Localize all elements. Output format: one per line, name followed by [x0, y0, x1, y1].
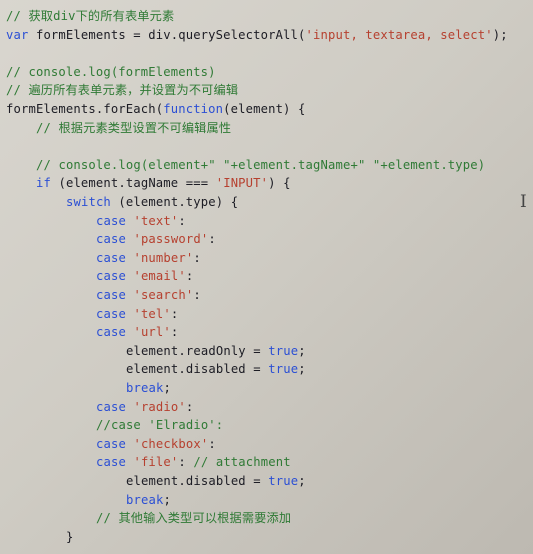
code-token-keyword: case [96, 455, 126, 470]
code-line: case 'file': // attachment [96, 453, 291, 471]
code-line: case 'password': [96, 230, 216, 248]
code-line: case 'search': [96, 286, 201, 304]
code-token-keyword: function [163, 102, 224, 116]
code-token-comment: // 遍历所有表单元素，并设置为不可编辑 [6, 83, 239, 98]
code-line: break; [126, 379, 171, 397]
code-line: // 其他输入类型可以根据需要添加 [96, 509, 291, 527]
code-token-string: 'email' [133, 269, 186, 284]
code-token-ident: : [170, 325, 179, 340]
code-token-ident: formElements = div.querySelectorAll( [28, 27, 306, 42]
code-token-string: 'radio' [133, 399, 186, 414]
code-token-string: 'checkbox' [133, 436, 209, 451]
code-line: case 'url': [96, 323, 178, 341]
code-token-keyword: case [96, 269, 126, 284]
code-line: // 遍历所有表单元素，并设置为不可编辑 [6, 81, 238, 99]
code-token-ident: ; [163, 492, 171, 507]
code-line: case 'tel': [96, 305, 178, 323]
code-line: // 根据元素类型设置不可编辑属性 [36, 119, 231, 137]
code-token-keyword: case [96, 288, 126, 302]
code-token-ident: : [185, 399, 194, 414]
code-line: break; [126, 491, 171, 509]
code-token-ident: ; [298, 343, 306, 358]
code-token-keyword: switch [66, 195, 111, 209]
code-line: element.disabled = true; [126, 360, 306, 378]
code-token-string: 'file' [133, 455, 179, 470]
code-token-keyword: case [96, 306, 126, 321]
code-token-ident: ) { [268, 176, 291, 191]
code-token-ident: : [193, 288, 201, 302]
code-token-string: 'INPUT' [215, 176, 269, 191]
code-token-keyword: var [6, 27, 29, 42]
code-editor[interactable]: // 获取div下的所有表单元素 var formElements = div.q… [0, 0, 533, 554]
code-token-keyword: case [96, 250, 126, 265]
code-line: case 'email': [96, 267, 193, 285]
code-token-keyword: case [96, 232, 126, 247]
code-token-comment: // attachment [193, 455, 291, 470]
code-line: switch (element.type) { [66, 193, 238, 211]
code-token-ident: element.readOnly = [126, 343, 269, 358]
code-token-ident: : [178, 213, 186, 228]
code-token-string: 'number' [133, 250, 194, 265]
code-token-ident: : [208, 232, 216, 247]
code-token-keyword: case [96, 325, 126, 340]
code-token-keyword: true [268, 362, 299, 377]
code-line: } [66, 528, 74, 546]
code-token-comment: // 获取div下的所有表单元素 [6, 9, 175, 23]
code-line: // console.log(element+" "+element.tagNa… [36, 156, 485, 174]
code-token-ident: formElements.forEach( [6, 102, 164, 116]
code-token-string: 'password' [133, 232, 209, 247]
code-token-string: 'search' [133, 288, 194, 302]
code-line: formElements.forEach(function(element) { [6, 100, 306, 118]
code-token-keyword: if [36, 176, 51, 191]
code-token-keyword: break [126, 492, 164, 507]
text-cursor-icon: I [520, 192, 527, 212]
code-line: element.readOnly = true; [126, 342, 306, 360]
code-line: case 'number': [96, 249, 201, 267]
code-token-string: 'input, textarea, select' [305, 27, 493, 42]
code-line: case 'text': [96, 212, 186, 230]
code-token-ident: : [170, 306, 179, 321]
code-token-ident: element.disabled = [126, 474, 269, 488]
code-line: case 'radio': [96, 398, 193, 416]
code-token-comment: // console.log(formElements) [6, 64, 216, 79]
code-token-keyword: case [96, 213, 126, 228]
code-token-ident: ; [298, 362, 306, 377]
code-token-ident: (element.type) { [110, 195, 239, 209]
code-token-keyword: true [268, 474, 299, 488]
code-token-comment: // 根据元素类型设置不可编辑属性 [36, 120, 232, 135]
code-token-ident: } [66, 529, 74, 544]
code-token-string: 'url' [133, 325, 171, 340]
code-line: //case 'Elradio': [96, 416, 223, 434]
code-token-comment: // 其他输入类型可以根据需要添加 [96, 511, 292, 526]
code-line: // console.log(formElements) [6, 63, 216, 81]
code-line: // 获取div下的所有表单元素 [6, 7, 174, 25]
code-line: case 'checkbox': [96, 435, 216, 453]
code-token-ident: ; [163, 381, 171, 395]
code-token-keyword: case [96, 436, 126, 451]
code-line: var formElements = div.querySelectorAll(… [6, 26, 508, 44]
code-token-ident: : [185, 269, 194, 284]
code-token-keyword: case [96, 399, 126, 414]
code-token-ident: element.disabled = [126, 362, 269, 377]
code-token-ident: : [193, 250, 201, 265]
code-token-comment: // console.log(element+" "+element.tagNa… [36, 157, 486, 172]
code-token-ident: (element) { [223, 102, 306, 116]
code-token-comment: //case 'Elradio': [96, 418, 224, 433]
code-token-string: 'text' [133, 213, 179, 228]
code-line: element.disabled = true; [126, 472, 306, 490]
code-token-keyword: break [126, 381, 164, 395]
code-line: if (element.tagName === 'INPUT') { [36, 174, 291, 192]
code-token-ident: : [208, 436, 216, 451]
code-token-ident: ; [298, 474, 306, 488]
code-token-ident: ); [492, 27, 508, 42]
code-token-ident: : [178, 455, 194, 470]
code-token-ident: (element.tagName === [50, 176, 216, 191]
code-token-string: 'tel' [133, 306, 171, 321]
code-token-keyword: true [268, 343, 299, 358]
